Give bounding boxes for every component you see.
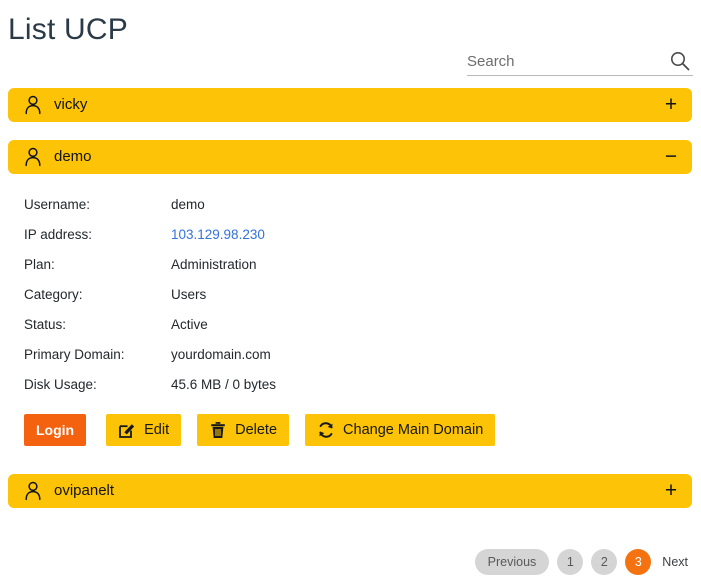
search-icon[interactable] [669, 50, 691, 72]
detail-row: Category: Users [8, 280, 692, 310]
detail-label: Disk Usage: [24, 377, 97, 392]
account-details-panel: Username: demo IP address: 103.129.98.23… [8, 190, 692, 400]
detail-value: 45.6 MB / 0 bytes [171, 377, 277, 392]
detail-row: Status: Active [8, 310, 692, 340]
delete-button[interactable]: Delete [197, 414, 290, 446]
pencil-square-icon [118, 421, 136, 439]
page-title: List UCP [8, 13, 128, 46]
edit-button[interactable]: Edit [106, 414, 182, 446]
account-action-buttons: Login Edit Delete Change Main Domain [8, 414, 511, 446]
accordion-header-ovipanelt[interactable]: ovipanelt + [8, 474, 692, 508]
search-box [467, 48, 693, 76]
refresh-icon [317, 421, 335, 439]
search-input[interactable] [467, 48, 659, 74]
detail-row: Disk Usage: 45.6 MB / 0 bytes [8, 370, 692, 400]
person-icon [24, 481, 42, 501]
detail-row: Primary Domain: yourdomain.com [8, 340, 692, 370]
pagination-page-3[interactable]: 3 [625, 549, 652, 575]
pagination-next[interactable]: Next [659, 549, 691, 575]
detail-label: Status: [24, 317, 67, 332]
detail-label: Category: [24, 287, 83, 302]
edit-button-label: Edit [144, 422, 170, 438]
accordion-item-vicky[interactable]: vicky + [8, 88, 692, 122]
accordion-item-ovipanelt[interactable]: ovipanelt + [8, 474, 692, 508]
person-icon [24, 95, 42, 115]
detail-value: yourdomain.com [171, 347, 271, 362]
detail-label: Primary Domain: [24, 347, 125, 362]
detail-row: Plan: Administration [8, 250, 692, 280]
detail-value-ip-link[interactable]: 103.129.98.230 [171, 220, 265, 250]
accordion-header-demo[interactable]: demo − [8, 140, 692, 174]
accordion-toggle-icon[interactable]: + [664, 94, 678, 115]
change-main-domain-button-label: Change Main Domain [343, 422, 484, 438]
delete-button-label: Delete [235, 422, 278, 438]
detail-row: IP address: 103.129.98.230 [8, 220, 692, 250]
pagination-page-2[interactable]: 2 [591, 549, 618, 575]
accordion-toggle-icon[interactable]: − [664, 146, 678, 167]
detail-value-status: Active [171, 317, 208, 332]
login-button[interactable]: Login [24, 414, 87, 446]
accordion-title: ovipanelt [54, 482, 115, 499]
detail-label: IP address: [24, 227, 93, 242]
detail-value: Users [171, 287, 207, 302]
detail-value: Administration [171, 257, 257, 272]
pagination: Previous 1 2 3 Next [474, 549, 691, 575]
accordion-title: vicky [54, 96, 88, 113]
detail-row: Username: demo [8, 190, 692, 220]
accordion-toggle-icon[interactable]: + [664, 480, 678, 501]
detail-value: demo [171, 197, 205, 212]
trash-icon [209, 421, 227, 439]
accordion-header-vicky[interactable]: vicky + [8, 88, 692, 122]
accordion-item-demo[interactable]: demo − [8, 140, 692, 174]
person-icon [24, 147, 42, 167]
detail-label: Username: [24, 197, 91, 212]
change-main-domain-button[interactable]: Change Main Domain [305, 414, 496, 446]
pagination-page-1[interactable]: 1 [557, 549, 584, 575]
pagination-previous[interactable]: Previous [474, 549, 550, 575]
accordion-title: demo [54, 148, 92, 165]
detail-label: Plan: [24, 257, 55, 272]
